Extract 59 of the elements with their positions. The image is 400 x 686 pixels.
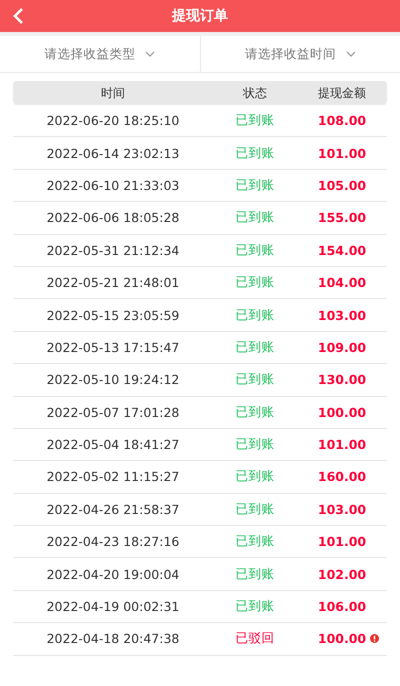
chevron-down-icon	[346, 51, 356, 57]
time-cell: 2022-06-10 21:33:03	[46, 178, 180, 193]
status-cell: 已到账	[236, 404, 274, 421]
amount-cell: 154.00	[318, 242, 366, 258]
status-cell: 已到账	[236, 144, 274, 162]
amount-cell: 101.00	[318, 437, 366, 452]
amount-cell: 104.00	[318, 275, 366, 290]
status-cell: 已到账	[236, 209, 274, 226]
amount-cell: 103.00	[318, 308, 366, 323]
status-cell: 已到账	[236, 371, 274, 388]
time-cell: 2022-04-18 20:47:38	[46, 631, 180, 646]
time-cell: 2022-06-06 18:05:28	[46, 210, 180, 226]
amount-cell: 105.00	[318, 178, 366, 193]
amount-cell: 101.00	[318, 534, 366, 550]
time-cell: 2022-05-15 23:05:59	[46, 308, 180, 323]
info-icon[interactable]	[370, 634, 379, 644]
chevron-down-icon	[145, 51, 156, 57]
status-cell: 已到账	[236, 176, 274, 194]
amount-cell: 155.00	[318, 210, 366, 226]
time-cell: 2022-05-07 17:01:28	[46, 404, 180, 420]
time-cell: 2022-06-14 23:02:13	[46, 146, 180, 161]
amount-cell: 102.00	[318, 566, 366, 582]
status-cell: 已到账	[236, 566, 274, 583]
time-cell: 2022-06-20 18:25:10	[46, 113, 180, 128]
status-cell: 已到账	[236, 500, 274, 518]
status-cell: 已到账	[236, 112, 274, 130]
page-title: 提现订单	[172, 7, 228, 25]
amount-cell: 100.00	[318, 404, 366, 420]
amount-cell: 130.00	[318, 372, 366, 388]
amount-cell: 106.00	[318, 599, 366, 614]
amount-cell: 103.00	[318, 502, 366, 517]
time-cell: 2022-05-31 21:12:34	[46, 242, 180, 258]
time-cell: 2022-05-13 17:15:47	[46, 340, 180, 355]
time-cell: 2022-04-19 00:02:31	[46, 599, 180, 614]
status-cell: 已到账	[236, 338, 274, 356]
time-cell: 2022-05-04 18:41:27	[46, 437, 180, 452]
status-cell: 已到账	[236, 533, 274, 550]
status-cell: 已驳回	[236, 630, 274, 648]
amount-cell: 108.00	[318, 113, 366, 128]
column-header: 提现金额	[318, 84, 366, 102]
time-cell: 2022-05-21 21:48:01	[46, 275, 180, 290]
amount-cell: 101.00	[318, 146, 366, 161]
status-cell: 已到账	[236, 306, 274, 324]
amount-cell: 109.00	[318, 340, 366, 355]
status-cell: 已到账	[236, 468, 274, 486]
time-cell: 2022-05-10 19:24:12	[46, 372, 180, 388]
status-cell: 已到账	[236, 274, 274, 292]
back-icon	[12, 7, 24, 25]
time-cell: 2022-04-26 21:58:37	[46, 502, 180, 517]
time-cell: 2022-04-23 18:27:16	[46, 534, 180, 550]
column-header: 时间	[101, 84, 125, 102]
status-cell: 已到账	[236, 242, 274, 259]
amount-cell: 100.00	[318, 631, 366, 646]
time-cell: 2022-05-02 11:15:27	[46, 469, 180, 484]
time-cell: 2022-04-20 19:00:04	[46, 566, 180, 582]
amount-cell: 160.00	[318, 469, 366, 484]
status-cell: 已到账	[236, 436, 274, 454]
column-header: 状态	[243, 84, 267, 102]
status-cell: 已到账	[236, 598, 274, 616]
